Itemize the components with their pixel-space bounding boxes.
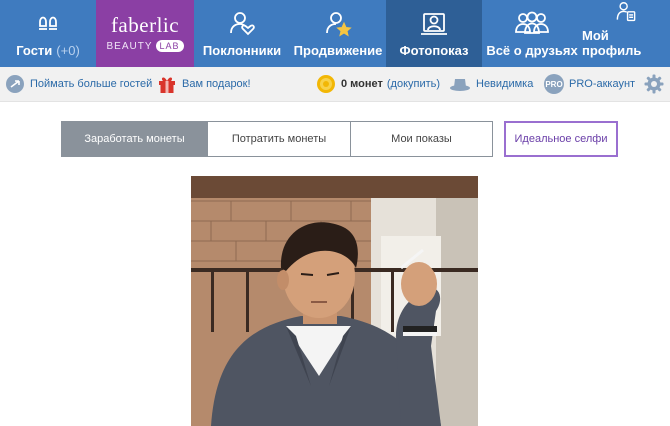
profile-icon	[616, 2, 636, 22]
share-icon	[6, 75, 24, 93]
pro-account-label: PRO-аккаунт	[569, 78, 636, 90]
hat-icon	[450, 79, 470, 91]
brand-sub: BEAUTY	[106, 40, 153, 52]
nav-guests[interactable]: Гости (+0)	[0, 0, 96, 67]
coins-topup-link[interactable]: (докупить)	[387, 78, 440, 90]
coins-balance[interactable]: 0 монет (докупить)	[316, 67, 440, 101]
gear-icon	[644, 74, 664, 94]
nav-profile[interactable]: Мой профиль	[582, 0, 670, 67]
tab-my-shows[interactable]: Мои показы	[350, 122, 492, 156]
nav-friends-label: Всё о друзьях	[486, 43, 578, 58]
gift-icon	[159, 77, 175, 93]
nav-guests-count: (+0)	[56, 43, 80, 58]
action-bar: Поймать больше гостей Вам подарок! 0 мон…	[0, 67, 670, 102]
gift-link[interactable]: Вам подарок!	[157, 67, 251, 101]
nav-photoshow[interactable]: Фотопоказ	[386, 0, 482, 67]
fans-icon	[230, 12, 255, 36]
nav-photoshow-label: Фотопоказ	[399, 43, 469, 58]
settings-button[interactable]	[644, 67, 669, 101]
gift-label: Вам подарок!	[182, 78, 251, 90]
invisible-label: Невидимка	[476, 78, 534, 90]
invisible-link[interactable]: Невидимка	[449, 67, 533, 101]
tab-spend-coins[interactable]: Потратить монеты	[207, 122, 350, 156]
nav-fans[interactable]: Поклонники	[194, 0, 290, 67]
coins-amount: 0 монет	[341, 78, 383, 90]
brand-lab: LAB	[155, 40, 184, 52]
nav-guests-label: Гости	[16, 43, 53, 58]
nav-profile-label: Мой профиль	[582, 28, 642, 58]
brand-name: faberlic	[110, 13, 180, 37]
coin-icon	[317, 75, 335, 93]
perfect-selfie-button[interactable]: Идеальное селфи	[504, 121, 618, 157]
catch-more-guests-label: Поймать больше гостей	[30, 78, 153, 90]
promo-icon	[326, 12, 352, 37]
nav-promo-label: Продвижение	[293, 43, 383, 58]
top-navigation: Гости (+0) faberlic BEAUTY LAB Поклонники …	[0, 0, 670, 67]
nav-fans-label: Поклонники	[202, 43, 282, 58]
catch-more-guests-link[interactable]: Поймать больше гостей	[5, 67, 152, 101]
faberlic-banner[interactable]: faberlic BEAUTY LAB	[96, 0, 194, 67]
coins-tabs: Заработать монеты Потратить монеты Мои п…	[61, 121, 493, 157]
nav-friends[interactable]: Всё о друзьях	[482, 0, 582, 67]
showcase-photo[interactable]	[191, 176, 478, 426]
pro-account-link[interactable]: PRO PRO-аккаунт	[544, 67, 635, 101]
guests-icon	[39, 16, 57, 30]
tab-earn-coins[interactable]: Заработать монеты	[62, 122, 207, 156]
pro-icon: PRO	[544, 74, 564, 94]
friends-icon	[515, 11, 549, 34]
nav-promo[interactable]: Продвижение	[290, 0, 386, 67]
photoshow-icon	[421, 13, 447, 35]
photo-image	[191, 176, 478, 426]
